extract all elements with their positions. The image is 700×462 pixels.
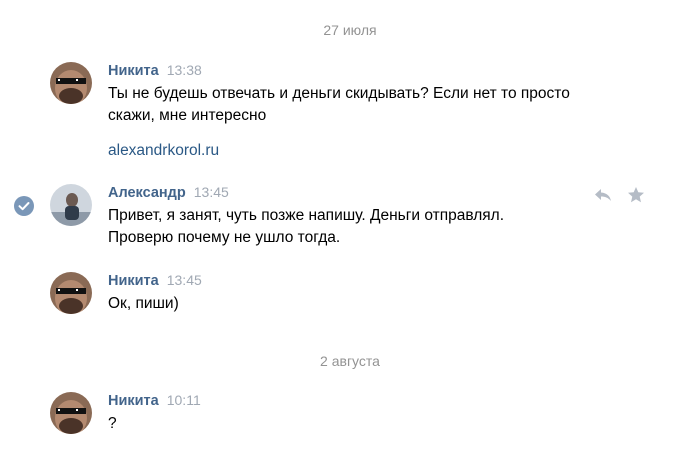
message-time[interactable]: 13:45 bbox=[194, 184, 229, 200]
message-header: Александр 13:45 bbox=[108, 184, 229, 202]
avatar[interactable] bbox=[50, 392, 92, 434]
avatar[interactable] bbox=[50, 62, 92, 104]
checkmark-icon[interactable] bbox=[14, 196, 34, 216]
message-link[interactable]: alexandrkorol.ru bbox=[108, 142, 219, 160]
message-time[interactable]: 13:38 bbox=[167, 62, 202, 78]
message-time[interactable]: 10:11 bbox=[167, 392, 201, 408]
message-header: Никита 10:11 bbox=[108, 392, 201, 410]
message-text: Ты не будешь отвечать и деньги скидывать… bbox=[108, 85, 570, 124]
author-name[interactable]: Никита bbox=[108, 393, 159, 409]
date-separator: 27 июля bbox=[323, 22, 377, 38]
message-time[interactable]: 13:45 bbox=[167, 272, 202, 288]
message-header: Никита 13:38 bbox=[108, 62, 202, 80]
author-name[interactable]: Никита bbox=[108, 63, 159, 79]
author-name[interactable]: Никита bbox=[108, 273, 159, 289]
reply-icon[interactable] bbox=[594, 186, 612, 204]
message-header: Никита 13:45 bbox=[108, 272, 202, 290]
star-icon[interactable] bbox=[627, 186, 645, 204]
author-name[interactable]: Александр bbox=[108, 185, 186, 201]
avatar[interactable] bbox=[50, 272, 92, 314]
message-text: ? bbox=[108, 415, 117, 432]
message-text: Ок, пиши) bbox=[108, 295, 179, 312]
avatar[interactable] bbox=[50, 184, 92, 226]
date-separator: 2 августа bbox=[320, 353, 380, 369]
message-text: Привет, я занят, чуть позже напишу. День… bbox=[108, 207, 505, 246]
